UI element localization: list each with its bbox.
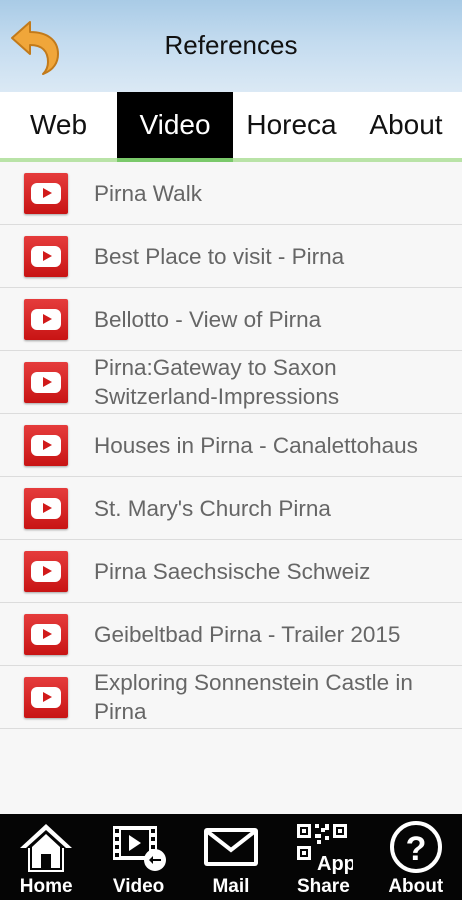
video-list-item[interactable]: Bellotto - View of Pirna — [0, 288, 462, 351]
video-title: Pirna:Gateway to Saxon Switzerland-Impre… — [94, 355, 340, 409]
youtube-icon — [24, 236, 68, 277]
qr-app-icon: App — [297, 824, 353, 874]
video-list-item[interactable]: Exploring Sonnenstein Castle in Pirna — [0, 666, 462, 729]
bottom-nav: Home Video Mail App Share ? About — [0, 814, 462, 900]
nav-mail[interactable]: Mail — [185, 814, 277, 900]
video-list-item[interactable]: Pirna:Gateway to Saxon Switzerland-Impre… — [0, 351, 462, 414]
nav-home-label: Home — [19, 876, 73, 897]
tab-web[interactable]: Web — [0, 92, 117, 158]
tab-about[interactable]: About — [350, 92, 462, 158]
page-title: References — [164, 30, 298, 60]
video-list-item[interactable]: Geibeltbad Pirna - Trailer 2015 — [0, 603, 462, 666]
question-icon: ? — [389, 821, 442, 873]
youtube-icon — [24, 173, 68, 214]
video-list: Pirna Walk Best Place to visit - Pirna B… — [0, 162, 462, 729]
mail-icon — [203, 828, 258, 866]
video-list-item[interactable]: Houses in Pirna - Canalettohaus — [0, 414, 462, 477]
video-list-item[interactable]: St. Mary's Church Pirna — [0, 477, 462, 540]
nav-video[interactable]: Video — [93, 814, 185, 900]
tab-horeca[interactable]: Horeca — [233, 92, 350, 158]
home-icon — [20, 824, 73, 872]
video-list-item[interactable]: Best Place to visit - Pirna — [0, 225, 462, 288]
video-title: Exploring Sonnenstein Castle in Pirna — [94, 670, 413, 724]
nav-video-label: Video — [112, 876, 165, 897]
youtube-icon — [24, 614, 68, 655]
video-title: Houses in Pirna - Canalettohaus — [94, 432, 418, 458]
nav-about-label: About — [388, 876, 444, 897]
video-list-item[interactable]: Pirna Walk — [0, 162, 462, 225]
video-title: Pirna Saechsische Schweiz — [94, 558, 371, 584]
video-title: Geibeltbad Pirna - Trailer 2015 — [94, 621, 401, 647]
video-title: St. Mary's Church Pirna — [94, 495, 331, 521]
video-title: Bellotto - View of Pirna — [94, 306, 322, 332]
svg-text:App: App — [317, 853, 353, 874]
youtube-icon — [24, 299, 68, 340]
youtube-icon — [24, 488, 68, 529]
video-icon — [112, 826, 166, 871]
youtube-icon — [24, 677, 68, 718]
nav-mail-label: Mail — [212, 876, 250, 897]
youtube-icon — [24, 551, 68, 592]
tab-bar: Web Video Horeca About — [0, 92, 462, 162]
youtube-icon — [24, 425, 68, 466]
nav-about[interactable]: ? About — [370, 814, 462, 900]
nav-share-label: Share — [296, 876, 350, 897]
nav-home[interactable]: Home — [0, 814, 92, 900]
app-header: References — [0, 0, 462, 92]
nav-share[interactable]: App Share — [277, 814, 369, 900]
video-list-item[interactable]: Pirna Saechsische Schweiz — [0, 540, 462, 603]
video-title: Pirna Walk — [94, 180, 202, 206]
youtube-icon — [24, 362, 68, 403]
svg-text:?: ? — [405, 830, 426, 868]
tab-video[interactable]: Video — [117, 92, 233, 162]
video-title: Best Place to visit - Pirna — [94, 243, 345, 269]
